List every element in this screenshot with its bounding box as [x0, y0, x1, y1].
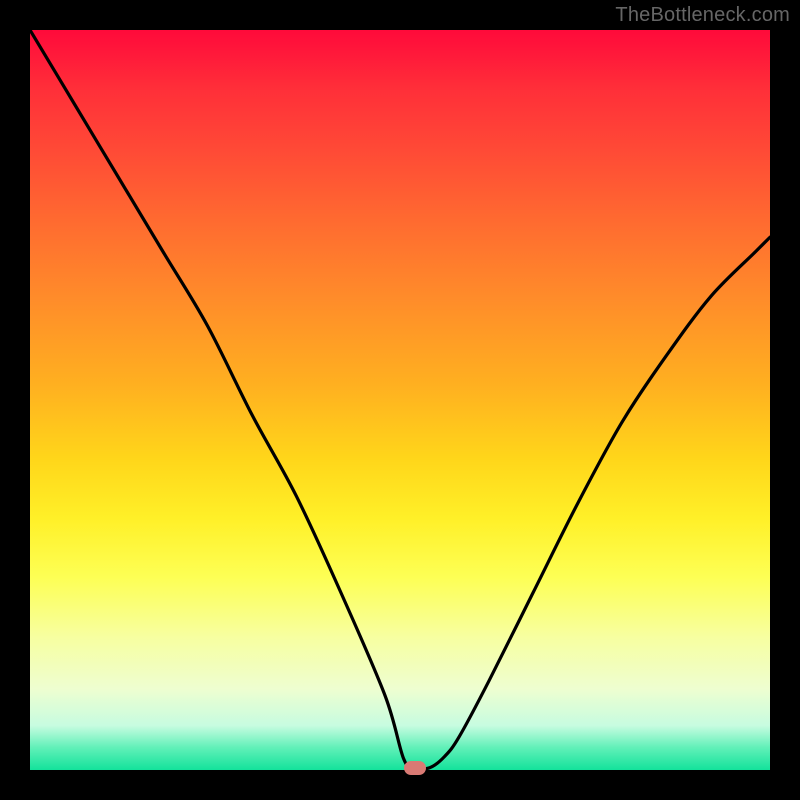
watermark-text: TheBottleneck.com — [615, 4, 790, 27]
curve-svg — [30, 30, 770, 770]
chart-frame: TheBottleneck.com — [0, 0, 800, 800]
bottleneck-curve — [30, 30, 770, 769]
optimal-point-marker — [404, 761, 426, 775]
plot-area — [30, 30, 770, 770]
